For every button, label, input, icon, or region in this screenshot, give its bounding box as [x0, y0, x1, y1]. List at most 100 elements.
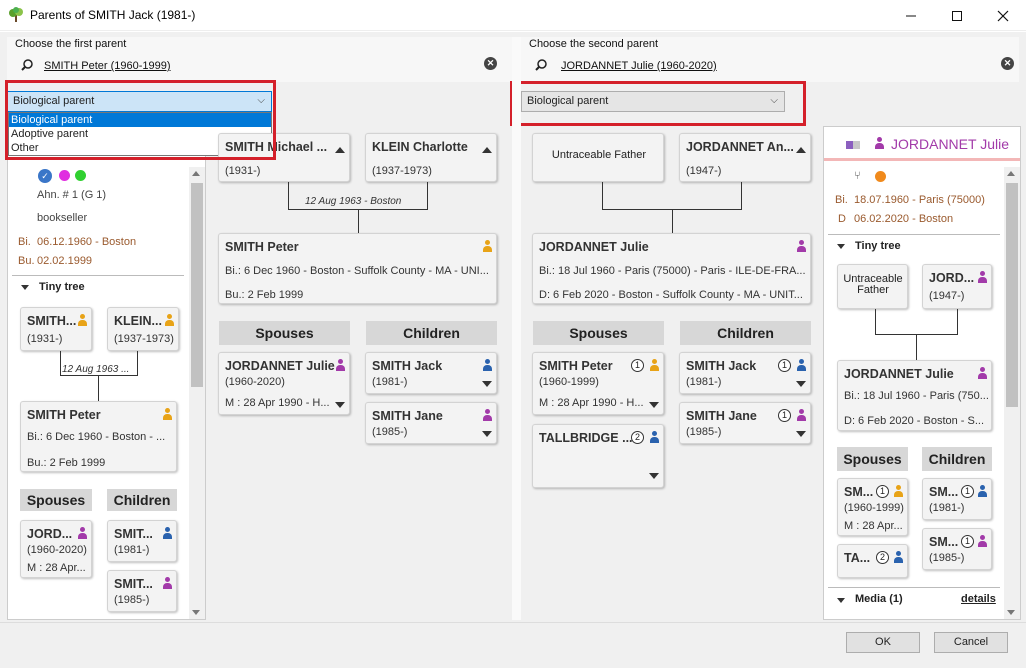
expand-down-icon[interactable]	[335, 402, 345, 408]
app-icon	[8, 7, 24, 23]
header-underline	[824, 158, 1020, 161]
child-number-badge: 1	[778, 409, 791, 422]
child-card[interactable]: SMITH Jack 1 (1981-)	[679, 352, 811, 394]
divider	[12, 275, 184, 276]
tiny-tree-heading: Tiny tree	[39, 281, 85, 293]
details-link[interactable]: details	[961, 593, 996, 605]
main-person-card[interactable]: JORDANNET Julie Bi.: 18 Jul 1960 - Paris…	[532, 233, 811, 304]
child-card[interactable]: SMITH Jane 1 (1985-)	[679, 402, 811, 444]
main-person-card[interactable]: JORDANNET Julie Bi.: 18 Jul 1960 - Paris…	[837, 360, 992, 431]
mother-card[interactable]: KLEIN Charlotte (1937-1973)	[365, 133, 497, 182]
child-card[interactable]: SM... 1 (1981-)	[922, 478, 992, 520]
panel-divider	[512, 37, 521, 620]
divider	[828, 234, 1000, 235]
person-icon	[482, 359, 493, 371]
birth-label: Bi.	[835, 194, 848, 206]
child-card[interactable]: SMITH Jane (1985-)	[365, 402, 497, 444]
expand-up-icon[interactable]	[482, 147, 492, 153]
spouse-card[interactable]: TA... 2	[837, 544, 908, 578]
title-bar: Parents of SMITH Jack (1981-)	[0, 0, 1026, 31]
burial-value: 02.02.1999	[37, 255, 93, 267]
person-icon	[335, 359, 346, 371]
child-card[interactable]: SMIT... (1985-)	[107, 570, 177, 612]
expand-down-icon[interactable]	[482, 381, 492, 387]
color-tags-icon	[846, 141, 860, 149]
search-icon	[21, 59, 33, 74]
collapse-icon[interactable]	[837, 598, 845, 603]
person-icon	[649, 431, 660, 443]
person-icon	[77, 527, 88, 539]
person-icon	[162, 527, 173, 539]
minimize-icon[interactable]	[888, 0, 934, 31]
ok-button[interactable]: OK	[846, 632, 920, 653]
cancel-button[interactable]: Cancel	[934, 632, 1008, 653]
person-icon	[482, 240, 493, 252]
close-icon[interactable]	[980, 0, 1026, 31]
person-icon	[977, 271, 988, 283]
media-heading: Media (1)	[855, 593, 903, 605]
left-scrollbar[interactable]	[189, 167, 205, 619]
person-icon	[482, 409, 493, 421]
main-person-card[interactable]: SMITH Peter Bi.: 6 Dec 1960 - Boston - .…	[20, 401, 177, 472]
child-card[interactable]: SMITH Jack (1981-)	[365, 352, 497, 394]
expand-down-icon[interactable]	[796, 381, 806, 387]
second-parent-search[interactable]: JORDANNET Julie (1960-2020)	[561, 60, 717, 72]
spouses-header: Spouses	[219, 321, 350, 345]
right-panel: JORDANNET Julie ⑂ Bi. 18.07.1960 - Paris…	[823, 126, 1021, 620]
child-number-badge: 1	[961, 485, 974, 498]
spouses-header: Spouses	[20, 489, 92, 511]
father-card[interactable]: SMITH... (1931-)	[20, 307, 92, 351]
children-header: Children	[107, 489, 177, 511]
collapse-icon[interactable]	[21, 285, 29, 290]
expand-up-icon[interactable]	[335, 147, 345, 153]
father-card[interactable]: Untraceable Father	[837, 264, 908, 309]
maximize-icon[interactable]	[934, 0, 980, 31]
expand-down-icon[interactable]	[482, 431, 492, 437]
spouse-number-badge: 2	[631, 431, 644, 444]
divider	[828, 587, 1000, 588]
person-icon	[162, 577, 173, 589]
collapse-icon[interactable]	[837, 244, 845, 249]
occupation: bookseller	[37, 212, 88, 224]
green-dot-icon	[75, 170, 86, 181]
expand-up-icon[interactable]	[796, 147, 806, 153]
mother-card[interactable]: JORDANNET An... (1947-)	[679, 133, 811, 182]
person-icon	[796, 409, 807, 421]
scrollbar-thumb[interactable]	[1006, 183, 1018, 407]
second-parent-section: Choose the second parent JORDANNET Julie…	[521, 37, 1019, 82]
spouse-card[interactable]: JORD... (1960-2020) M : 28 Apr...	[20, 520, 92, 578]
scrollbar-thumb[interactable]	[191, 183, 203, 387]
first-parent-search[interactable]: SMITH Peter (1960-1999)	[44, 60, 171, 72]
spouse-card[interactable]: TALLBRIDGE ... 2	[532, 424, 664, 488]
mother-card[interactable]: KLEIN... (1937-1973)	[107, 307, 179, 351]
spouse-card[interactable]: SM... 1 (1960-1999) M : 28 Apr...	[837, 478, 908, 536]
expand-down-icon[interactable]	[649, 473, 659, 479]
birth-value: 06.12.1960 - Boston	[37, 236, 137, 248]
right-scrollbar[interactable]	[1004, 167, 1020, 619]
magenta-dot-icon	[59, 170, 70, 181]
burial-label: Bu.	[18, 255, 35, 267]
person-icon	[893, 485, 904, 497]
first-parent-tree: SMITH Michael ... (1931-) KLEIN Charlott…	[210, 126, 508, 620]
person-icon	[893, 551, 904, 563]
expand-down-icon[interactable]	[796, 431, 806, 437]
main-person-card[interactable]: SMITH Peter Bi.: 6 Dec 1960 - Boston - S…	[218, 233, 497, 304]
person-icon	[977, 367, 988, 379]
clear-first-parent-icon[interactable]: ✕	[484, 57, 497, 70]
child-card[interactable]: SMIT... (1981-)	[107, 520, 177, 562]
second-parent-tree: Untraceable Father JORDANNET An... (1947…	[524, 126, 820, 620]
spouse-number-badge: 1	[631, 359, 644, 372]
father-card[interactable]: Untraceable Father	[532, 133, 664, 182]
spouse-card[interactable]: SMITH Peter 1 (1960-1999) M : 28 Apr 199…	[532, 352, 664, 415]
person-icon	[977, 535, 988, 547]
clear-second-parent-icon[interactable]: ✕	[1001, 57, 1014, 70]
mother-card[interactable]: JORD... (1947-)	[922, 264, 992, 309]
person-icon	[77, 314, 88, 326]
death-label: D	[838, 213, 846, 225]
marriage-date: 12 Aug 1963 - Boston	[305, 196, 402, 207]
spouses-header: Spouses	[837, 447, 908, 471]
spouse-card[interactable]: JORDANNET Julie (1960-2020) M : 28 Apr 1…	[218, 352, 350, 415]
children-header: Children	[680, 321, 811, 345]
expand-down-icon[interactable]	[649, 402, 659, 408]
child-card[interactable]: SM... 1 (1985-)	[922, 528, 992, 570]
